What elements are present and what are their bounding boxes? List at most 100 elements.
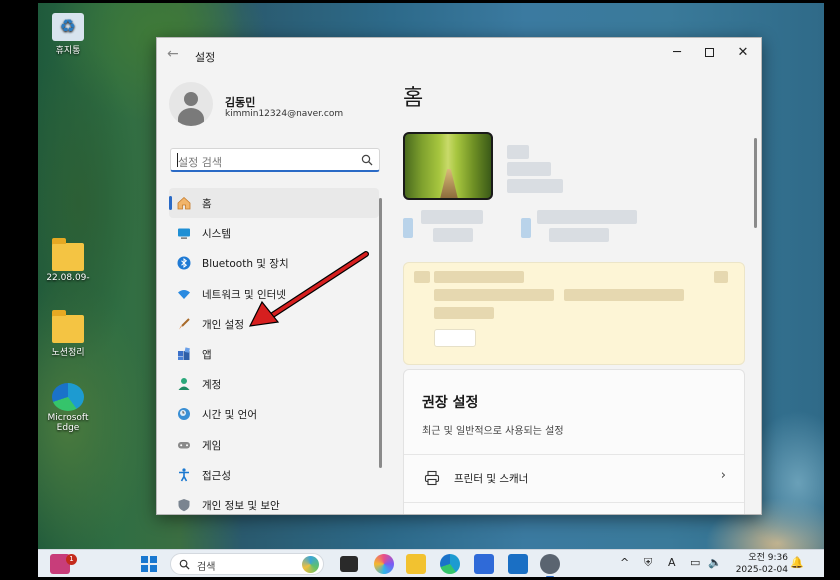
search-highlight-icon [302,556,319,573]
sidebar-item-apps[interactable]: 앱 [169,339,379,369]
redacted-block [507,145,529,159]
tray-overflow-chevron[interactable]: ^ [620,556,629,569]
redacted-block [414,271,430,283]
taskbar: 1 검색 ^ ⛨ A ▭ 🔈 오전 9:36 2025-02-04 🔔 [38,549,824,577]
redacted-icon [403,218,413,238]
maximize-icon [704,48,714,57]
taskbar-app-file-explorer[interactable] [406,554,426,574]
system-icon [178,228,190,239]
sidebar-item-label: 홈 [202,198,212,210]
taskbar-search-label: 검색 [197,562,216,573]
search-icon [361,154,373,166]
taskbar-app-outlook[interactable] [508,554,528,574]
network-icon[interactable]: ▭ [690,556,700,569]
sidebar-item-network[interactable]: 네트워크 및 인터넷 [169,279,379,309]
gamepad-icon [178,441,190,448]
sidebar-item-bluetooth[interactable]: Bluetooth 및 장치 [169,248,379,278]
redacted-icon [521,218,531,238]
sidebar-item-label: 개인 정보 및 보안 [202,499,280,512]
globe-icon [178,408,190,421]
user-email: kimmin12324@naver.com [225,109,344,119]
window-title: 설정 [195,51,216,64]
banner-button[interactable] [434,329,476,347]
desktop-icon-folder-2[interactable]: 노션정리 [38,310,98,358]
redacted-block [421,210,483,224]
sidebar-item-time-language[interactable]: 시간 및 언어 [169,399,379,429]
volume-icon[interactable]: 🔈 [708,556,722,569]
recommended-item-label: 프린터 및 스캐너 [454,473,529,485]
redacted-block [433,228,473,242]
sidebar-item-label: 시스템 [202,228,231,241]
sidebar-item-label: 게임 [202,439,222,452]
vpn-icon[interactable]: ⛨ [644,556,652,570]
desktop-icon-folder-1[interactable]: 22.08.09- [38,238,98,283]
accessibility-icon [179,468,189,482]
sidebar-item-label: 개인 설정 [202,318,244,331]
redacted-block [507,179,563,193]
desktop-icon-recycle-bin[interactable]: ♻ 휴지통 [38,13,98,56]
bluetooth-icon [177,256,191,270]
maximize-button[interactable] [693,42,725,64]
recycle-bin-icon: ♻ [52,13,84,41]
sidebar-scrollbar[interactable] [379,198,382,468]
system-clock[interactable]: 오전 9:36 2025-02-04 [732,552,788,576]
desktop-icon-label: Microsoft Edge [47,413,89,433]
redacted-block [537,210,637,224]
taskbar-app-store[interactable] [474,554,494,574]
sidebar-item-label: Bluetooth 및 장치 [202,258,289,271]
user-name: 김동민 [225,96,256,109]
clock-time: 오전 9:36 [748,553,788,563]
input-language-indicator[interactable]: A [668,556,676,569]
sidebar-item-accessibility[interactable]: 접근성 [169,460,379,490]
recommended-settings-card: 권장 설정 최근 및 일반적으로 사용되는 설정 프린터 및 스캐너 › [403,369,745,514]
minimize-button[interactable]: ─ [661,42,693,64]
wifi-icon [178,289,190,299]
desktop-icon-label: 노션정리 [51,348,85,358]
sidebar-item-privacy[interactable]: 개인 정보 및 보안 [169,490,379,514]
shield-icon [178,498,190,512]
desktop-icon-label: 휴지통 [55,46,81,56]
sidebar-item-personalization[interactable]: 개인 설정 [169,309,379,339]
search-placeholder: 설정 검색 [178,156,222,169]
recommended-item-printers[interactable]: 프린터 및 스캐너 › [404,454,744,502]
arrow-left-icon: ← [167,46,179,62]
sidebar-item-label: 접근성 [202,469,231,482]
start-button[interactable] [141,556,157,572]
sidebar-item-gaming[interactable]: 게임 [169,430,379,460]
redacted-block [564,289,684,301]
sidebar-item-system[interactable]: 시스템 [169,218,379,248]
title-bar: ← 설정 ─ ✕ [157,38,761,72]
taskbar-app-edge[interactable] [440,554,460,574]
folder-icon [52,238,84,271]
taskbar-app-copilot[interactable] [374,554,394,574]
clock-date: 2025-02-04 [735,565,788,575]
taskbar-app-task-view[interactable] [340,556,358,572]
close-button[interactable]: ✕ [727,42,759,64]
recommended-title: 권장 설정 [422,395,479,411]
divider [404,502,744,503]
redacted-block [434,307,494,319]
recommended-subtitle: 최근 및 일반적으로 사용되는 설정 [422,426,564,437]
desktop-icon-edge[interactable]: Microsoft Edge [38,383,98,433]
main-scrollbar[interactable] [754,138,757,228]
sidebar-item-label: 시간 및 언어 [202,409,257,422]
taskbar-search-box[interactable]: 검색 [170,553,324,575]
wallpaper-thumbnail[interactable] [403,132,493,200]
notification-bell-icon[interactable]: 🔔 [790,556,804,569]
apps-icon [178,347,190,360]
sidebar-item-label: 네트워크 및 인터넷 [202,288,286,301]
folder-icon [52,310,84,343]
edge-icon [52,383,84,411]
info-banner [403,262,745,365]
printer-icon [424,470,440,486]
taskbar-app-settings[interactable] [540,554,560,577]
search-icon [179,559,190,570]
redacted-block [434,289,554,301]
home-icon [177,196,191,210]
notification-badge: 1 [66,554,77,565]
settings-search-input[interactable]: 설정 검색 [170,148,380,172]
sidebar-item-accounts[interactable]: 계정 [169,369,379,399]
redacted-block [507,162,551,176]
sidebar-item-home[interactable]: 홈 [169,188,379,219]
back-button[interactable]: ← [167,46,183,62]
